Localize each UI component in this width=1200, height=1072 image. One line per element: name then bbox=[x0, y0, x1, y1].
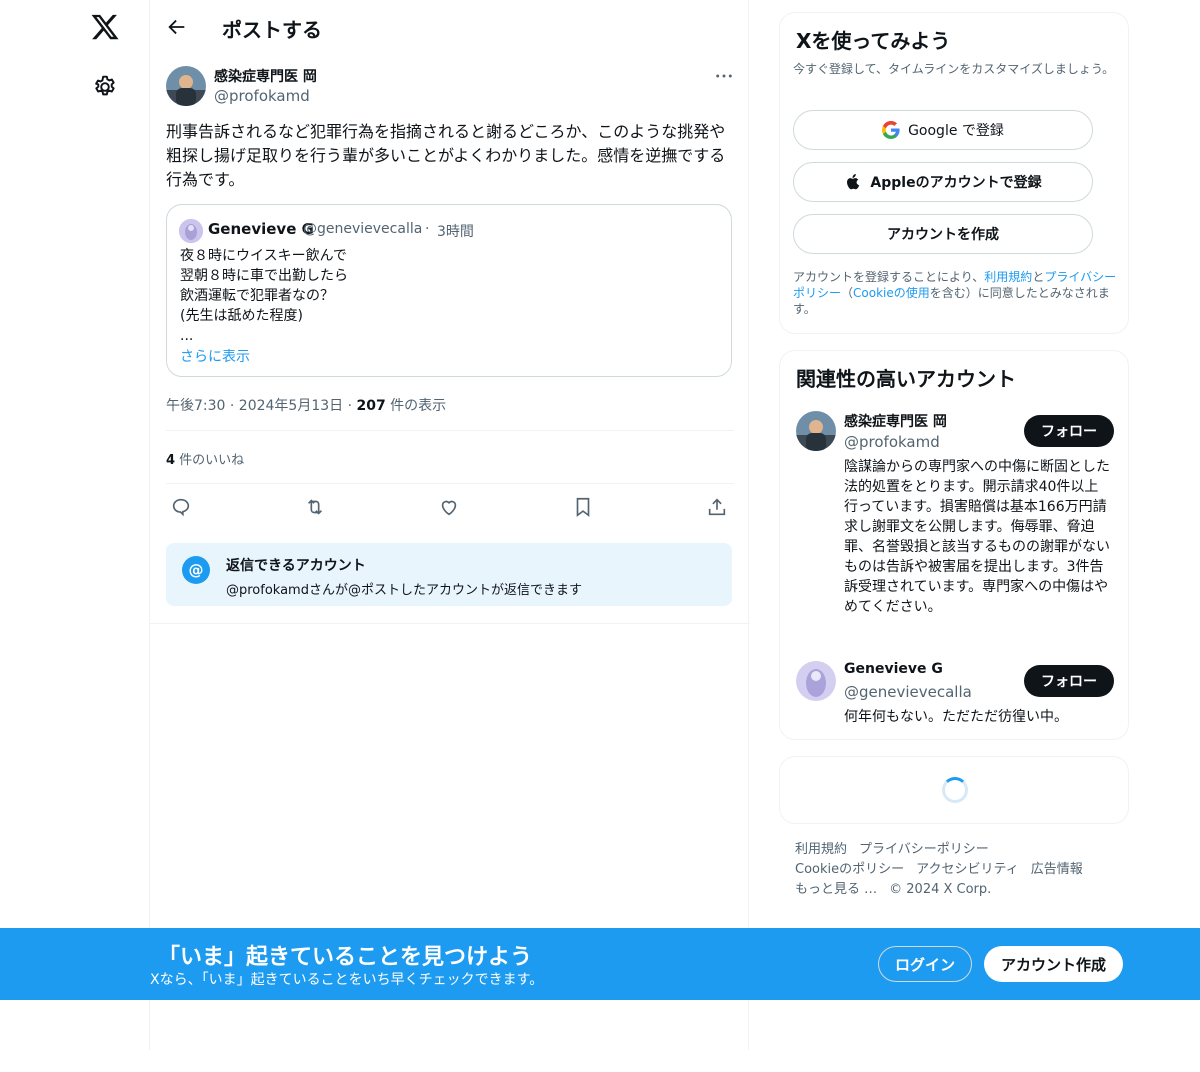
main-column: ポストする 感染症専門医 岡 @profokamd 刑事告訴されるなど犯罪行為を… bbox=[149, 0, 750, 1050]
post-actions bbox=[166, 492, 734, 522]
divider bbox=[166, 483, 734, 484]
views-label: 件の表示 bbox=[385, 398, 447, 414]
likes-count: 4 bbox=[166, 453, 176, 468]
banner-subtitle: Xなら、「いま」起きていることをいち早くチェックできます。 bbox=[150, 972, 544, 988]
cookie-link[interactable]: Cookieの使用 bbox=[853, 286, 930, 300]
apple-icon bbox=[844, 173, 862, 191]
google-icon bbox=[882, 121, 900, 139]
google-signup-label: Google で登録 bbox=[908, 123, 1004, 139]
footer-link[interactable]: 広告情報 bbox=[1031, 862, 1083, 877]
signup-subtitle: 今すぐ登録して、タイムラインをカスタマイズしましょう。 bbox=[793, 62, 1115, 76]
post-meta: 午後7:30 · 2024年5月13日 · 207 件の表示 bbox=[166, 395, 446, 415]
footer-link[interactable]: アクセシビリティ bbox=[916, 862, 1019, 877]
quote-author-handle: @genevievecalla bbox=[303, 221, 423, 237]
divider bbox=[166, 430, 734, 431]
copyright: © 2024 X Corp. bbox=[889, 882, 992, 897]
legal-text: アカウントを登録することにより、 bbox=[793, 270, 985, 284]
follow-button[interactable]: フォロー bbox=[1024, 415, 1114, 447]
signup-card: Xを使ってみよう 今すぐ登録して、タイムラインをカスタマイズしましょう。 Goo… bbox=[779, 12, 1129, 334]
arrow-left-icon[interactable] bbox=[166, 16, 188, 38]
divider bbox=[150, 623, 750, 624]
account-name[interactable]: Genevieve G bbox=[844, 661, 943, 677]
at-icon: @ bbox=[182, 556, 210, 584]
login-button[interactable]: ログイン bbox=[878, 946, 972, 982]
page-header: ポストする bbox=[150, 0, 750, 53]
footer-link[interactable]: 利用規約 bbox=[795, 842, 847, 857]
views-count: 207 bbox=[356, 398, 386, 414]
account-handle[interactable]: @genevievecalla bbox=[844, 683, 972, 701]
google-signup-button[interactable]: Google で登録 bbox=[793, 110, 1093, 150]
quote-line: (先生は舐めた程度) bbox=[180, 308, 303, 324]
quote-line: ... bbox=[180, 328, 194, 344]
quote-line: 飲酒運転で犯罪者なの？ bbox=[180, 288, 334, 304]
signup-button[interactable]: アカウント作成 bbox=[984, 946, 1123, 982]
post-timestamp[interactable]: 午後7:30 · 2024年5月13日 · bbox=[166, 398, 357, 414]
footer-link[interactable]: Cookieのポリシー bbox=[795, 862, 904, 877]
share-icon[interactable] bbox=[702, 492, 732, 522]
reply-restriction-desc: @profokamdさんが@ポストしたアカウントが返信できます bbox=[226, 583, 582, 598]
account-bio: 何年何もない。ただただ彷徨い中。 bbox=[844, 709, 1068, 725]
create-account-label: アカウントを作成 bbox=[887, 227, 999, 243]
reply-restriction-title: 返信できるアカウント bbox=[226, 558, 366, 574]
author-avatar[interactable] bbox=[166, 66, 206, 106]
apple-signup-label: Appleのアカウントで登録 bbox=[870, 175, 1042, 191]
quote-line: 翌朝８時に車で出勤したら bbox=[180, 268, 348, 284]
show-more-link[interactable]: さらに表示 bbox=[180, 346, 250, 366]
legal-text: （ bbox=[841, 286, 854, 300]
more-icon[interactable] bbox=[714, 66, 734, 86]
loading-spinner bbox=[942, 777, 968, 803]
terms-link[interactable]: 利用規約 bbox=[984, 270, 1032, 284]
quote-line: 夜８時にウイスキー飲んで bbox=[180, 248, 347, 264]
likes-label: 件のいいね bbox=[175, 453, 245, 468]
likes-summary[interactable]: 4 件のいいね bbox=[166, 449, 244, 468]
apple-signup-button[interactable]: Appleのアカウントで登録 bbox=[793, 162, 1093, 202]
signup-title: Xを使ってみよう bbox=[796, 29, 951, 53]
gear-icon[interactable] bbox=[92, 74, 118, 100]
quote-separator: · bbox=[425, 221, 430, 237]
quote-avatar bbox=[179, 219, 203, 243]
like-icon[interactable] bbox=[434, 492, 464, 522]
avatar[interactable] bbox=[796, 411, 836, 451]
footer-link[interactable]: もっと見る … bbox=[795, 882, 877, 897]
login-banner: 「いま」起きていることを見つけよう Xなら、「いま」起きていることをいち早くチェ… bbox=[0, 928, 1200, 1000]
footer-link[interactable]: プライバシーポリシー bbox=[859, 842, 989, 857]
quoted-post[interactable]: Genevieve G @genevievecalla · 3時間 夜８時にウイ… bbox=[166, 204, 732, 377]
repost-icon[interactable] bbox=[300, 492, 330, 522]
page-title: ポストする bbox=[222, 18, 322, 42]
left-nav bbox=[0, 0, 150, 1072]
account-bio: 陰謀論からの専門家への中傷に断固とした法的処置をとります。開示請求40件以上行っ… bbox=[844, 459, 1110, 615]
reply-icon[interactable] bbox=[166, 492, 196, 522]
footer-links: 利用規約 プライバシーポリシー Cookieのポリシー アクセシビリティ 広告情報 も… bbox=[795, 840, 1115, 900]
relevant-accounts-card: 関連性の高いアカウント 感染症専門医 岡 @profokamd フォロー 陰謀論… bbox=[779, 350, 1129, 740]
bookmark-icon[interactable] bbox=[568, 492, 598, 522]
follow-button[interactable]: フォロー bbox=[1024, 665, 1114, 697]
author-handle[interactable]: @profokamd bbox=[214, 87, 310, 105]
reply-restriction-notice: @ 返信できるアカウント @profokamdさんが@ポストしたアカウントが返信… bbox=[166, 543, 732, 606]
author-name[interactable]: 感染症専門医 岡 bbox=[214, 66, 317, 86]
quote-text: 夜８時にウイスキー飲んで 翌朝８時に車で出勤したら 飲酒運転で犯罪者なの？ (先… bbox=[180, 246, 348, 346]
loading-card bbox=[779, 756, 1129, 824]
create-account-button[interactable]: アカウントを作成 bbox=[793, 214, 1093, 254]
banner-title: 「いま」起きていることを見つけよう bbox=[158, 945, 533, 970]
avatar[interactable] bbox=[796, 661, 836, 701]
x-logo-icon[interactable] bbox=[90, 12, 120, 42]
relevant-accounts-title: 関連性の高いアカウント bbox=[796, 367, 1016, 391]
account-name[interactable]: 感染症専門医 岡 bbox=[844, 411, 947, 431]
quote-time: 3時間 bbox=[437, 224, 474, 240]
account-handle[interactable]: @profokamd bbox=[844, 433, 940, 451]
legal-text: と bbox=[1032, 270, 1045, 284]
post-text: 刑事告訴されるなど犯罪行為を指摘されると謝るどころか、このような挑発や粗探し揚げ… bbox=[166, 122, 726, 189]
quote-author-name: Genevieve G bbox=[208, 220, 314, 238]
signup-legal-text: アカウントを登録することにより、利用規約とプライバシーポリシー（Cookieの使… bbox=[793, 269, 1121, 317]
